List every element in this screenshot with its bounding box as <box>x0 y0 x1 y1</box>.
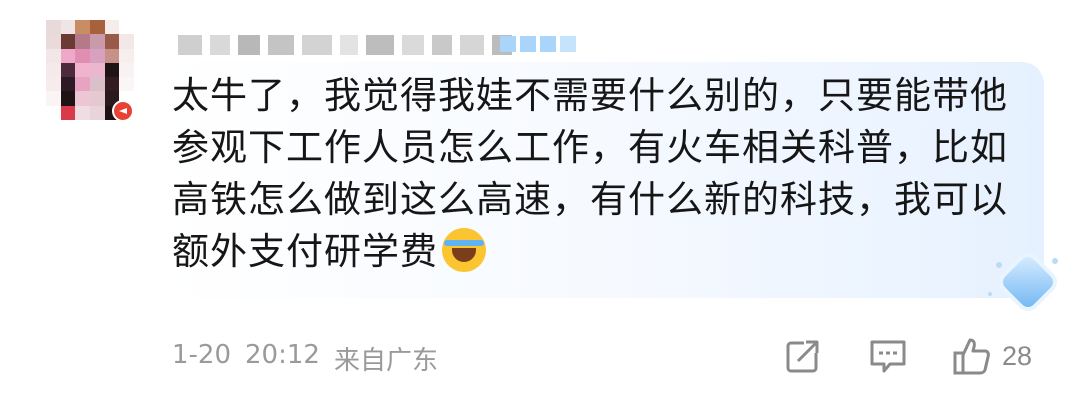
comment-location: 来自广东 <box>333 346 438 376</box>
comment-meta: 1-20 20:12 来自广东 <box>172 340 438 377</box>
like-count: 28 <box>1002 340 1033 371</box>
reply-icon <box>870 340 906 373</box>
verified-badge-icon <box>112 100 134 122</box>
share-icon <box>786 339 820 373</box>
comment-body: 太牛了，我觉得我娃不需要什么别的，只要能带他参观下工作人员怎么工作，有火车相关科… <box>172 74 1008 273</box>
comment-time: 20:12 <box>245 340 320 370</box>
comment-card: 太牛了，我觉得我娃不需要什么别的，只要能带他参观下工作人员怎么工作，有火车相关科… <box>0 0 1080 402</box>
thumbs-up-icon <box>953 338 990 375</box>
comment-date: 1-20 <box>172 340 232 370</box>
user-level-badge-icon <box>500 36 576 52</box>
comment-text: 太牛了，我觉得我娃不需要什么别的，只要能带他参观下工作人员怎么工作，有火车相关科… <box>172 70 1012 278</box>
laughing-crying-emoji-icon <box>442 228 486 272</box>
username-blurred[interactable] <box>178 34 512 56</box>
reply-button[interactable] <box>868 336 908 376</box>
like-button[interactable]: 28 <box>952 336 1032 376</box>
sparkle-icon <box>996 262 1002 268</box>
share-button[interactable] <box>784 336 822 376</box>
sparkle-icon <box>1052 258 1058 264</box>
sparkle-icon <box>988 292 992 296</box>
